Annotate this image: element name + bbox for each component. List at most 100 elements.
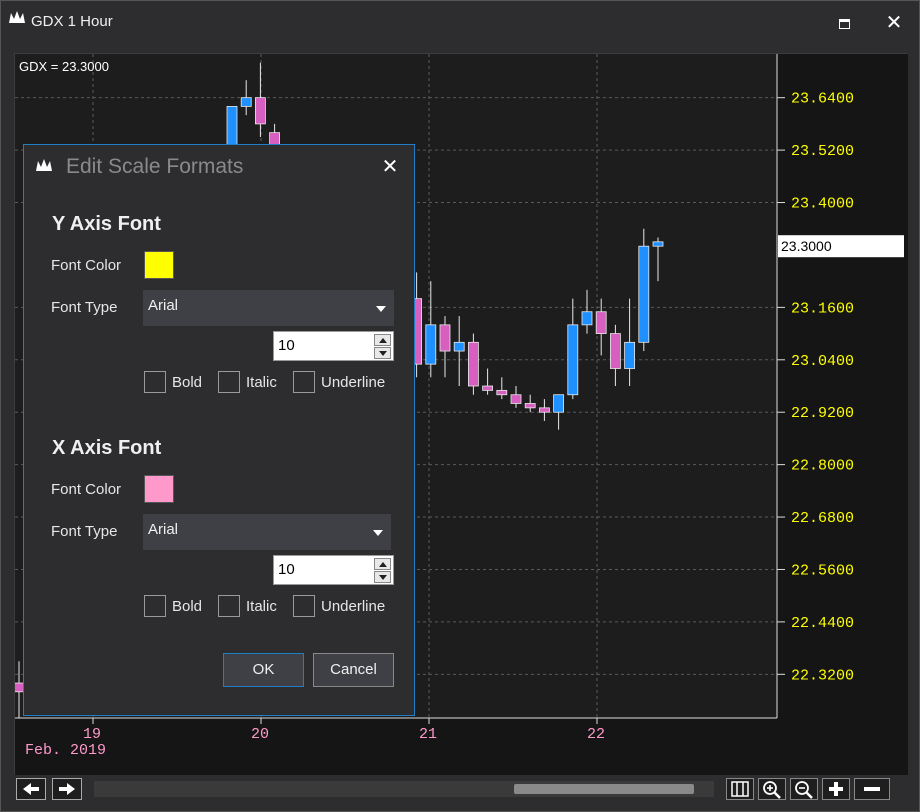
arrow-right-icon	[59, 783, 75, 795]
increase-button[interactable]	[822, 778, 850, 800]
plus-icon	[829, 782, 843, 796]
scroll-track[interactable]	[94, 781, 714, 797]
x-italic-checkbox[interactable]	[218, 595, 240, 617]
x-tick-label: 20	[251, 726, 269, 743]
y-tick-label: 22.3200	[791, 667, 854, 684]
y-tick-label: 22.5600	[791, 562, 854, 579]
y-font-size-stepper[interactable]: 10	[273, 331, 394, 361]
candle-body	[595, 311, 607, 334]
y-font-color-label: Font Color	[51, 257, 122, 274]
candle-body	[467, 341, 479, 387]
x-bold-label: Bold	[172, 598, 203, 615]
x-italic-label: Italic	[246, 598, 277, 615]
y-tick-label: 22.6800	[791, 510, 854, 527]
y-italic-label: Italic	[246, 374, 277, 391]
x-tick-label: 22	[587, 726, 605, 743]
cancel-button[interactable]: Cancel	[313, 653, 394, 687]
x-underline-label: Underline	[321, 598, 386, 615]
close-window-button[interactable]: ✕	[879, 9, 909, 37]
app-logo-icon	[36, 159, 52, 171]
x-underline-checkbox[interactable]	[293, 595, 315, 617]
zoom-in-icon	[763, 781, 781, 799]
candle-body	[553, 394, 564, 413]
chart-window: GDX 1 Hour ✕ 23.6400 23.5200 23.4000 23.160…	[0, 0, 920, 812]
x-font-color-label: Font Color	[51, 481, 122, 498]
close-icon: ✕	[381, 156, 399, 178]
y-font-type-label: Font Type	[51, 299, 118, 316]
candle-body	[624, 341, 635, 369]
scroll-thumb[interactable]	[514, 784, 694, 794]
minus-icon	[864, 787, 880, 791]
candle-body	[638, 245, 650, 343]
chart-scrollbar[interactable]	[14, 776, 907, 802]
candle-body	[610, 333, 621, 369]
candle-body	[482, 385, 494, 391]
x-font-type-value: Arial	[148, 521, 179, 538]
y-font-type-select[interactable]: Arial	[143, 290, 394, 326]
close-icon: ✕	[885, 12, 903, 34]
x-font-type-label: Font Type	[51, 523, 118, 540]
y-italic-checkbox[interactable]	[218, 371, 240, 393]
spin-up-icon[interactable]	[374, 334, 391, 346]
maximize-button[interactable]	[829, 9, 859, 37]
y-font-size-value: 10	[278, 337, 295, 354]
y-tick-label: 23.5200	[791, 143, 854, 160]
y-tick-label: 22.4400	[791, 615, 854, 632]
decrease-button[interactable]	[854, 778, 890, 800]
candle-body	[439, 324, 451, 352]
candle-body	[425, 324, 437, 365]
y-axis-font-heading: Y Axis Font	[52, 213, 161, 235]
spin-down-icon[interactable]	[374, 571, 391, 583]
spin-down-icon[interactable]	[374, 347, 391, 359]
y-underline-checkbox[interactable]	[293, 371, 315, 393]
fit-bars-button[interactable]	[726, 778, 754, 800]
y-font-color-swatch[interactable]	[144, 251, 174, 279]
candle-body	[453, 341, 465, 352]
candle-body	[539, 407, 550, 413]
y-tick-label: 22.8000	[791, 458, 854, 475]
x-axis-font-heading: X Axis Font	[52, 437, 162, 459]
candle-body	[524, 403, 536, 409]
edit-scale-formats-dialog: Edit Scale Formats ✕ Y Axis Font Font Co…	[23, 144, 415, 716]
last-price-label: 23.3000	[781, 238, 832, 254]
candle-body	[510, 394, 522, 404]
symbol-label: GDX = 23.3000	[19, 59, 109, 74]
y-tick-label: 23.1600	[791, 300, 854, 317]
zoom-in-button[interactable]	[758, 778, 786, 800]
y-tick-label: 22.9200	[791, 405, 854, 422]
chevron-down-icon	[373, 530, 383, 536]
y-tick-label: 23.6400	[791, 91, 854, 108]
x-bold-checkbox[interactable]	[144, 595, 166, 617]
dialog-close-button[interactable]: ✕	[376, 153, 404, 181]
candle-body	[240, 97, 252, 107]
candle-body	[652, 241, 664, 247]
columns-icon	[731, 781, 749, 797]
x-font-size-stepper[interactable]: 10	[273, 555, 394, 585]
y-tick-label: 23.0400	[791, 353, 854, 370]
dialog-title: Edit Scale Formats	[66, 155, 244, 178]
candle-body	[254, 97, 266, 125]
window-title: GDX 1 Hour	[31, 13, 113, 30]
x-month-label: Feb. 2019	[25, 742, 106, 759]
title-bar[interactable]: GDX 1 Hour ✕	[1, 1, 919, 43]
zoom-out-icon	[795, 781, 813, 799]
spin-up-icon[interactable]	[374, 558, 391, 570]
maximize-icon	[838, 19, 850, 29]
candle-body	[567, 324, 579, 396]
x-font-type-select[interactable]: Arial	[143, 514, 391, 550]
ok-button[interactable]: OK	[223, 653, 304, 687]
scroll-right-button[interactable]	[52, 778, 82, 800]
arrow-left-icon	[23, 783, 39, 795]
y-bold-label: Bold	[172, 374, 203, 391]
candle-body	[581, 311, 593, 326]
scroll-left-button[interactable]	[16, 778, 46, 800]
y-tick-label: 23.4000	[791, 196, 854, 213]
x-font-color-swatch[interactable]	[144, 475, 174, 503]
y-font-type-value: Arial	[148, 297, 179, 314]
x-tick-label: 21	[419, 726, 437, 743]
y-underline-label: Underline	[321, 374, 386, 391]
app-logo-icon	[9, 11, 25, 23]
zoom-out-button[interactable]	[790, 778, 818, 800]
x-tick-label: 19	[83, 726, 101, 743]
y-bold-checkbox[interactable]	[144, 371, 166, 393]
